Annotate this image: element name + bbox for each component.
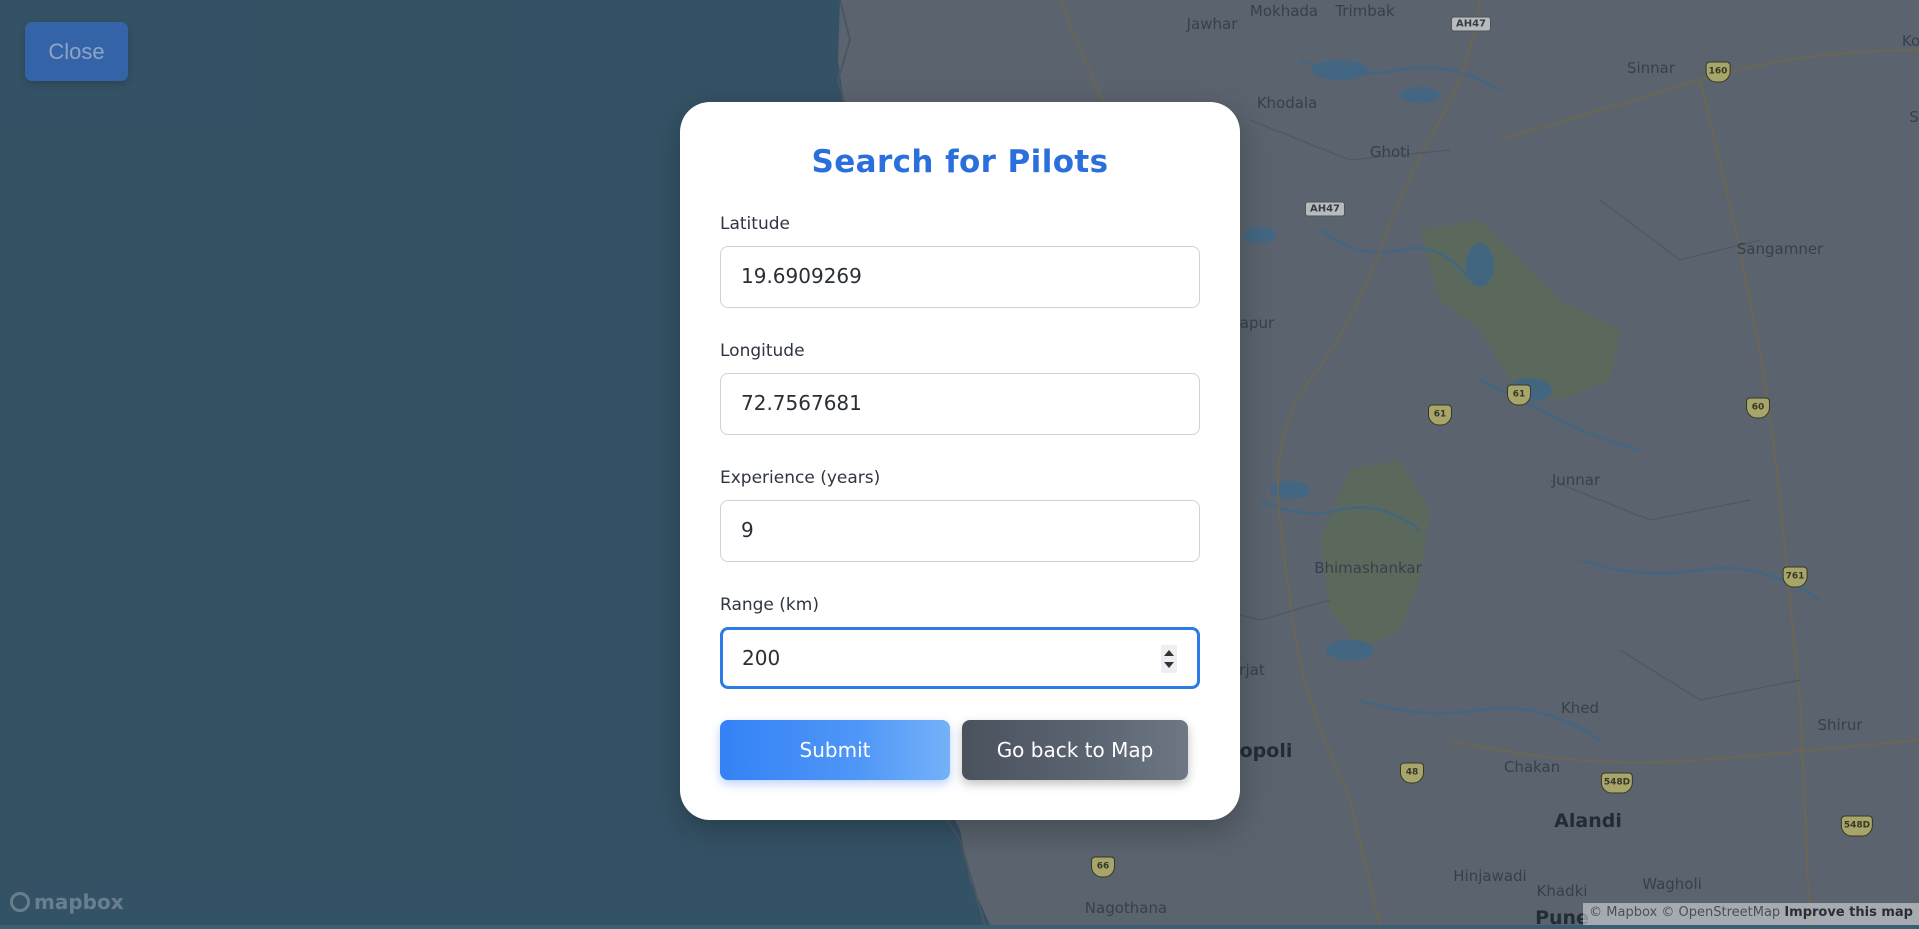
mapbox-logo[interactable]: mapbox [10, 890, 124, 914]
back-to-map-button[interactable]: Go back to Map [962, 720, 1188, 780]
range-input[interactable]: 200 [720, 627, 1200, 689]
stepper-up-icon[interactable] [1164, 650, 1174, 656]
range-input-value: 200 [742, 646, 781, 670]
longitude-input[interactable]: 72.7567681 [720, 373, 1200, 435]
submit-button[interactable]: Submit [720, 720, 950, 780]
latitude-label: Latitude [720, 214, 790, 234]
longitude-field-group: Longitude 72.7567681 [720, 341, 1200, 435]
mapbox-logo-text: mapbox [34, 890, 124, 914]
latitude-field-group: Latitude 19.6909269 [720, 214, 1200, 308]
mapbox-attribution-link[interactable]: © Mapbox [1589, 905, 1657, 920]
dialog-title: Search for Pilots [811, 144, 1109, 180]
range-label: Range (km) [720, 595, 819, 615]
latitude-input[interactable]: 19.6909269 [720, 246, 1200, 308]
mapbox-logo-icon [10, 892, 30, 912]
range-stepper[interactable] [1161, 645, 1177, 673]
search-pilots-dialog: Search for Pilots Latitude 19.6909269 Lo… [680, 102, 1240, 820]
osm-attribution-link[interactable]: © OpenStreetMap [1661, 905, 1780, 920]
stepper-down-icon[interactable] [1164, 662, 1174, 668]
range-field-group: Range (km) 200 [720, 595, 1200, 689]
longitude-label: Longitude [720, 341, 805, 361]
improve-map-link[interactable]: Improve this map [1784, 905, 1913, 920]
experience-input[interactable]: 9 [720, 500, 1200, 562]
map-attribution: © Mapbox © OpenStreetMap Improve this ma… [1583, 903, 1919, 925]
experience-label: Experience (years) [720, 468, 881, 488]
experience-field-group: Experience (years) 9 [720, 468, 1200, 562]
close-button[interactable]: Close [25, 22, 128, 81]
